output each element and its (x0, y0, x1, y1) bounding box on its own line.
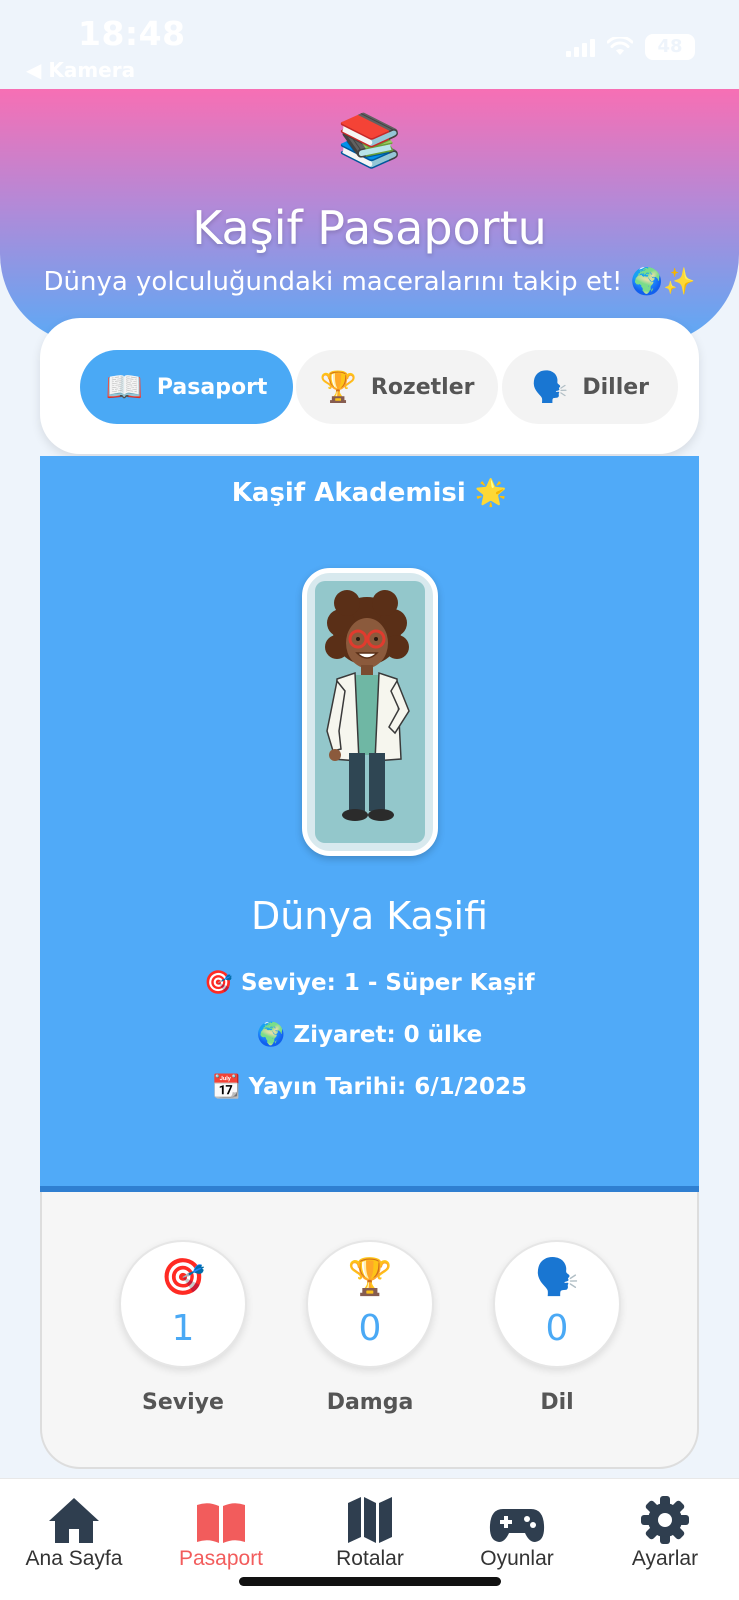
stat-level-value: 1 (171, 1308, 195, 1349)
tab-languages[interactable]: 🗣️ Diller (502, 350, 678, 424)
home-indicator[interactable] (239, 1577, 501, 1586)
book-open-icon (146, 1489, 296, 1545)
passport-screen: 18:48 ◀ Kamera 48 📚 Kaşif Pasaportu Düny… (0, 0, 739, 1600)
academy-title: Kaşif Akademisi 🌟 (231, 478, 508, 508)
issue-date-info: 📆 Yayın Tarihi: 6/1/2025 (40, 1073, 699, 1100)
stat-stamps-value: 0 (358, 1308, 382, 1349)
map-icon (295, 1489, 445, 1545)
tab-languages-label: Diller (582, 374, 649, 400)
home-icon (0, 1489, 149, 1545)
stat-stamps: 🏆 0 Damga (306, 1240, 434, 1415)
target-icon: 🎯 (160, 1257, 206, 1298)
stat-languages-label: Dil (540, 1390, 574, 1415)
nav-games[interactable]: Oyunlar (442, 1489, 592, 1571)
passport-card: Kaşif Akademisi 🌟 Dünya Kaşifi 🎯 Seviye:… (40, 456, 699, 1192)
avatar (302, 568, 438, 856)
trophy-icon: 🏆 (347, 1257, 393, 1298)
level-info: 🎯 Seviye: 1 - Süper Kaşif (40, 969, 699, 996)
nav-routes[interactable]: Rotalar (295, 1489, 445, 1571)
tab-passport-label: Pasaport (156, 374, 268, 400)
battery-icon: 48 (645, 34, 695, 60)
explorer-name: Dünya Kaşifi (250, 894, 489, 938)
status-bar: 18:48 ◀ Kamera 48 (0, 0, 739, 90)
signal-icon (566, 37, 595, 57)
speaking-head-icon: 🗣️ (530, 369, 569, 405)
level-text: Seviye: 1 - Süper Kaşif (240, 970, 535, 996)
nav-routes-label: Rotalar (336, 1547, 404, 1570)
tab-badges[interactable]: 🏆 Rozetler (296, 350, 498, 424)
nav-passport-label: Pasaport (178, 1547, 264, 1570)
tab-passport[interactable]: 📖 Pasaport (80, 350, 293, 424)
stat-languages-circle: 🗣️ 0 (493, 1240, 621, 1368)
status-icons: 48 (566, 34, 695, 60)
stat-languages-value: 0 (545, 1308, 569, 1349)
stat-level-label: Seviye (142, 1390, 224, 1415)
stat-level: 🎯 1 Seviye (119, 1240, 247, 1415)
nav-games-label: Oyunlar (480, 1547, 554, 1570)
back-to-camera-link[interactable]: ◀ Kamera (26, 58, 135, 82)
globe-icon: 🌍 (256, 1022, 286, 1048)
issue-date-text: Yayın Tarihi: 6/1/2025 (248, 1074, 528, 1100)
nav-settings-label: Ayarlar (631, 1547, 699, 1570)
stats-panel: 🎯 1 Seviye 🏆 0 Damga 🗣️ 0 Dil (40, 1192, 699, 1469)
trophy-icon: 🏆 (319, 369, 357, 405)
page-subtitle: Dünya yolculuğundaki maceralarını takip … (43, 267, 696, 297)
stat-level-circle: 🎯 1 (119, 1240, 247, 1368)
nav-passport[interactable]: Pasaport (146, 1489, 296, 1571)
page-title: Kaşif Pasaportu (192, 201, 547, 255)
tab-bar: 📖 Pasaport 🏆 Rozetler 🗣️ Diller (40, 318, 699, 454)
wifi-icon (607, 37, 633, 57)
visited-text: Ziyaret: 0 ülke (293, 1022, 483, 1048)
gamepad-icon (442, 1489, 592, 1545)
stat-stamps-circle: 🏆 0 (306, 1240, 434, 1368)
visited-info: 🌍 Ziyaret: 0 ülke (40, 1021, 699, 1048)
header-banner: 📚 Kaşif Pasaportu Dünya yolculuğundaki m… (0, 89, 739, 344)
explorer-avatar-image (315, 581, 425, 843)
nav-home-label: Ana Sayfa (25, 1547, 123, 1570)
target-icon: 🎯 (204, 970, 233, 996)
stat-languages: 🗣️ 0 Dil (493, 1240, 621, 1415)
tab-badges-label: Rozetler (370, 374, 475, 400)
gear-icon (590, 1489, 739, 1545)
open-book-icon: 📖 (105, 369, 143, 405)
calendar-icon: 📆 (211, 1074, 241, 1100)
books-icon: 📚 (337, 111, 402, 171)
status-time: 18:48 (78, 14, 186, 53)
speaking-head-icon: 🗣️ (534, 1257, 580, 1298)
nav-home[interactable]: Ana Sayfa (0, 1489, 149, 1571)
nav-settings[interactable]: Ayarlar (590, 1489, 739, 1571)
stat-stamps-label: Damga (326, 1390, 414, 1415)
